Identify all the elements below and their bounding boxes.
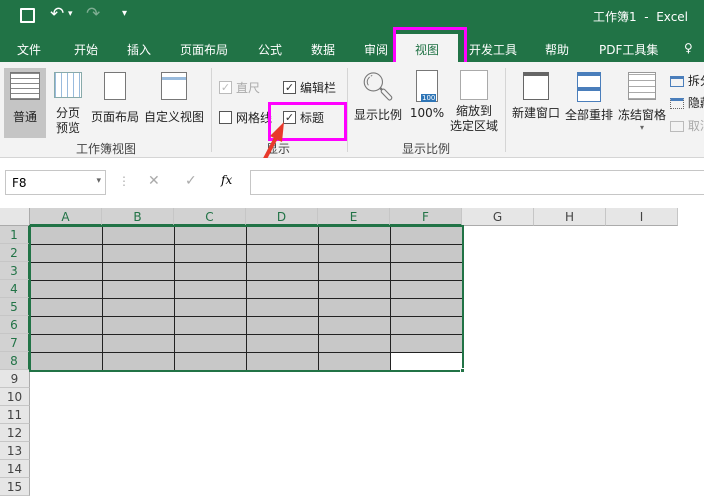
undo-dropdown-icon[interactable]: ▾	[68, 9, 73, 19]
chevron-down-icon: ▾	[639, 123, 644, 132]
tab-data[interactable]: 数据	[311, 41, 335, 58]
selection-border	[29, 225, 464, 372]
unhide-icon	[670, 121, 684, 132]
column-header-G[interactable]: G	[462, 208, 534, 226]
redo-icon: ↷	[86, 4, 101, 24]
row-header-5[interactable]: 5	[0, 298, 30, 316]
normal-view-button[interactable]: 普通	[4, 68, 46, 138]
zoom-100-button[interactable]: 100 100%	[409, 70, 445, 120]
row-header-15[interactable]: 15	[0, 478, 30, 496]
page-icon	[104, 72, 126, 100]
column-header-H[interactable]: H	[534, 208, 606, 226]
page-layout-button[interactable]: 页面布局	[89, 68, 141, 125]
new-window-icon	[523, 72, 549, 100]
zoom-100-icon: 100	[416, 70, 438, 102]
hide-button[interactable]: 隐藏	[670, 94, 704, 111]
gridlines-checkbox[interactable]	[219, 111, 232, 124]
cancel-icon: ✕	[148, 173, 160, 189]
row-header-3[interactable]: 3	[0, 262, 30, 280]
tab-file[interactable]: 文件	[17, 41, 41, 58]
column-header-E[interactable]: E	[318, 208, 390, 226]
row-header-11[interactable]: 11	[0, 406, 30, 424]
row-header-1[interactable]: 1	[0, 226, 30, 244]
column-header-B[interactable]: B	[102, 208, 174, 226]
lightbulb-icon[interactable]: ♀	[684, 41, 693, 55]
custom-view-icon	[161, 72, 187, 100]
row-header-7[interactable]: 7	[0, 334, 30, 352]
enter-icon: ✓	[185, 173, 197, 189]
separator	[211, 68, 212, 152]
zoom-to-selection-button[interactable]: 缩放到 选定区域	[448, 70, 500, 134]
column-header-C[interactable]: C	[174, 208, 246, 226]
page-break-preview-button[interactable]: 分页 预览	[50, 68, 86, 136]
unhide-button: 取消	[670, 117, 704, 134]
column-header-A[interactable]: A	[30, 208, 102, 226]
row-header-2[interactable]: 2	[0, 244, 30, 262]
insert-function-icon[interactable]: fx	[221, 173, 232, 187]
row-header-13[interactable]: 13	[0, 442, 30, 460]
freeze-panes-icon	[628, 72, 656, 100]
ribbon-tabs: 文件 开始 插入 页面布局 公式 数据 审阅 视图 开发工具 帮助 PDF工具集…	[0, 34, 704, 62]
column-header-I[interactable]: I	[606, 208, 678, 226]
spreadsheet-grid[interactable]: A B C D E F G H I 1 2 3 4 5 6 7 8 9 10 11 12 13 14 15	[0, 208, 704, 499]
column-header-D[interactable]: D	[246, 208, 318, 226]
tab-help[interactable]: 帮助	[545, 41, 569, 58]
tab-pdf-tools[interactable]: PDF工具集	[599, 41, 658, 58]
arrange-all-button[interactable]: 全部重排	[563, 72, 615, 123]
more-icon: ⋮	[118, 174, 130, 188]
formula-bar-checkbox[interactable]: ✓	[283, 81, 296, 94]
row-header-12[interactable]: 12	[0, 424, 30, 442]
normal-view-icon	[10, 72, 40, 100]
column-header-F[interactable]: F	[390, 208, 462, 226]
tab-review[interactable]: 审阅	[364, 41, 388, 58]
save-icon[interactable]	[20, 8, 35, 23]
split-button[interactable]: 拆分	[670, 72, 704, 89]
magnifier-icon: 🔍︎	[360, 70, 396, 103]
undo-icon[interactable]: ↶	[50, 4, 64, 24]
freeze-panes-button[interactable]: 冻结窗格 ▾	[616, 72, 668, 132]
select-all-corner[interactable]	[0, 208, 30, 226]
row-header-4[interactable]: 4	[0, 280, 30, 298]
row-header-14[interactable]: 14	[0, 460, 30, 478]
split-icon	[670, 76, 684, 87]
fill-handle[interactable]	[460, 368, 465, 373]
tab-developer[interactable]: 开发工具	[469, 41, 517, 58]
tab-formulas[interactable]: 公式	[258, 41, 282, 58]
title-bar: ↶ ▾ ↷ ▾ 工作簿1 - Excel	[0, 0, 704, 34]
formula-bar: F8 ▾ ⋮ ✕ ✓ fx	[0, 158, 704, 208]
customize-qat-icon[interactable]: ▾	[122, 8, 127, 19]
tab-page-layout[interactable]: 页面布局	[180, 41, 228, 58]
tab-insert[interactable]: 插入	[127, 41, 151, 58]
row-header-10[interactable]: 10	[0, 388, 30, 406]
name-box[interactable]: F8 ▾	[5, 170, 106, 195]
arrange-all-icon	[577, 72, 601, 102]
row-header-8[interactable]: 8	[0, 352, 30, 370]
tab-home[interactable]: 开始	[74, 41, 98, 58]
separator	[505, 68, 506, 152]
hide-icon	[670, 98, 684, 109]
formula-input[interactable]	[250, 170, 704, 195]
new-window-button[interactable]: 新建窗口	[510, 72, 562, 121]
separator	[347, 68, 348, 152]
zoom-selection-icon	[460, 70, 488, 100]
chevron-down-icon[interactable]: ▾	[96, 176, 101, 186]
row-header-6[interactable]: 6	[0, 316, 30, 334]
page-break-icon	[54, 72, 82, 98]
ribbon: 普通 分页 预览 页面布局 自定义视图 工作簿视图 ✓ 直尺 ✓ 编辑栏 网格线…	[0, 62, 704, 158]
custom-views-button[interactable]: 自定义视图	[143, 68, 205, 125]
window-title: 工作簿1 - Excel	[593, 10, 689, 24]
zoom-button[interactable]: 🔍︎ 显示比例	[353, 70, 403, 123]
ruler-checkbox: ✓	[219, 81, 232, 94]
row-header-9[interactable]: 9	[0, 370, 30, 388]
